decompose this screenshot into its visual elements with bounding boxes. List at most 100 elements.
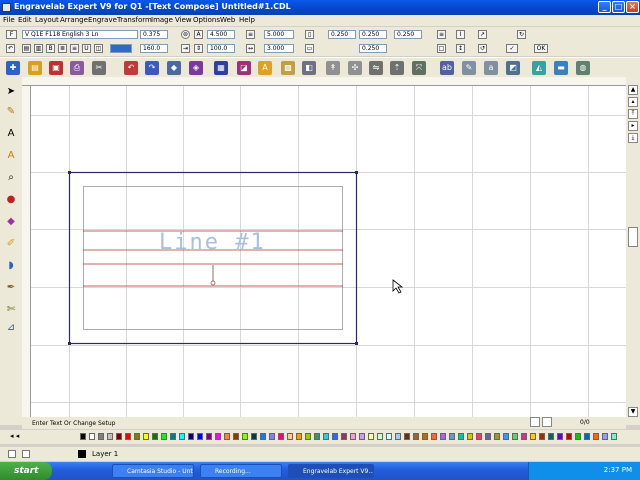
right-icon[interactable]: ≡ xyxy=(70,44,79,53)
circle-text-icon[interactable]: ⊚ xyxy=(181,30,190,39)
align-icon[interactable]: ▤ xyxy=(22,44,31,53)
tool-a-icon[interactable]: ◆ xyxy=(167,61,181,75)
tool-c-icon[interactable]: ▦ xyxy=(214,61,228,75)
color-swatch[interactable] xyxy=(494,433,500,440)
color-swatch[interactable] xyxy=(179,433,185,440)
cut-icon[interactable]: ✂ xyxy=(92,61,106,75)
rotate-icon[interactable]: ↺ xyxy=(478,44,487,53)
color-swatch[interactable] xyxy=(287,433,293,440)
menu-edit[interactable]: Edit xyxy=(18,16,32,24)
page-up-icon[interactable]: ▴ xyxy=(628,97,638,107)
engrave-icon[interactable]: ✒ xyxy=(4,281,18,295)
color-swatch[interactable] xyxy=(575,433,581,440)
measure-icon[interactable]: ⊿ xyxy=(4,321,18,335)
maximize-button[interactable]: □ xyxy=(612,1,625,13)
tool-p-icon[interactable]: ◍ xyxy=(576,61,590,75)
nav-down-icon[interactable]: ⤓ xyxy=(628,133,638,143)
color-swatch[interactable] xyxy=(260,433,266,440)
redo-icon[interactable]: ↷ xyxy=(145,61,159,75)
color-swatch[interactable] xyxy=(161,433,167,440)
nav-up-icon[interactable]: ⤒ xyxy=(628,109,638,119)
abc-icon[interactable]: ab xyxy=(440,61,454,75)
menu-options[interactable]: Options xyxy=(193,16,220,24)
color-swatch[interactable] xyxy=(242,433,248,440)
color-swatch[interactable] xyxy=(413,433,419,440)
ok-button[interactable]: OK xyxy=(534,44,548,53)
tool-i-icon[interactable]: ⇡ xyxy=(390,61,404,75)
save-icon[interactable]: ▣ xyxy=(49,61,63,75)
fill-icon[interactable]: ◆ xyxy=(4,215,18,229)
palette-nav-left-icon[interactable]: ◂ ◂ xyxy=(10,432,19,440)
color-swatch[interactable] xyxy=(206,433,212,440)
tool-e-icon[interactable]: ◧ xyxy=(302,61,316,75)
color-swatch[interactable] xyxy=(485,433,491,440)
color-swatch[interactable] xyxy=(332,433,338,440)
color-swatch[interactable] xyxy=(449,433,455,440)
color-swatch[interactable] xyxy=(188,433,194,440)
task-camtasia[interactable]: Camtasia Studio - Unt... xyxy=(112,464,194,478)
margin-top-input[interactable]: 0.250 xyxy=(359,30,387,39)
font-name-select[interactable]: V Q1E F118 English 3 Ln xyxy=(22,30,138,39)
kern-icon[interactable]: ↔ xyxy=(246,44,255,53)
undo-icon[interactable]: ↶ xyxy=(124,61,138,75)
menu-engrave[interactable]: Engrave xyxy=(88,16,117,24)
close-button[interactable]: × xyxy=(626,1,639,13)
menu-help[interactable]: Help xyxy=(239,16,255,24)
color-swatch[interactable] xyxy=(233,433,239,440)
color-swatch[interactable] xyxy=(269,433,275,440)
color-swatch[interactable] xyxy=(323,433,329,440)
color-swatch[interactable] xyxy=(107,433,113,440)
layer-nav-icon[interactable] xyxy=(8,450,16,458)
brush-icon[interactable]: ✐ xyxy=(4,237,18,251)
align-left-icon[interactable]: ≡ xyxy=(437,30,446,39)
char-spacing-input[interactable]: 4.500 xyxy=(207,30,235,39)
pen-icon[interactable]: ✎ xyxy=(4,105,18,119)
image-icon[interactable]: ▩ xyxy=(281,61,295,75)
tool-d-icon[interactable]: ◪ xyxy=(237,61,251,75)
color-swatch[interactable] xyxy=(350,433,356,440)
color-swatch[interactable] xyxy=(152,433,158,440)
start-button[interactable]: start xyxy=(0,462,52,480)
margin-left-input[interactable]: 0.250 xyxy=(328,30,356,39)
knife-icon[interactable]: ✄ xyxy=(4,303,18,317)
text-a-colored-icon[interactable]: A xyxy=(4,149,18,163)
apply-icon[interactable]: ✓ xyxy=(506,44,518,53)
menu-file[interactable]: File xyxy=(3,16,15,24)
scroll-up-icon[interactable]: ▲ xyxy=(628,85,638,95)
tab-icon[interactable]: ⇥ xyxy=(181,44,190,53)
center-icon[interactable]: ≣ xyxy=(58,44,67,53)
layer-name[interactable]: Layer 1 xyxy=(92,450,118,458)
line-spacing-toggle-icon[interactable]: ⇕ xyxy=(194,44,203,53)
color-swatch[interactable] xyxy=(215,433,221,440)
line-spacing-input[interactable]: 100.0 xyxy=(207,44,235,53)
color-swatch[interactable] xyxy=(566,433,572,440)
color-swatch[interactable] xyxy=(530,433,536,440)
menu-view[interactable]: View xyxy=(175,16,192,24)
color-swatch[interactable] xyxy=(224,433,230,440)
color-swatch[interactable] xyxy=(305,433,311,440)
arrow-icon[interactable]: ↗ xyxy=(478,30,487,39)
color-swatch[interactable] xyxy=(476,433,482,440)
color-swatch[interactable] xyxy=(404,433,410,440)
color-swatch[interactable] xyxy=(125,433,131,440)
tool-l-icon[interactable]: a xyxy=(484,61,498,75)
text-height-input[interactable]: 0.375 xyxy=(140,30,168,39)
tool-n-icon[interactable]: ◭ xyxy=(532,61,546,75)
tool-o-icon[interactable]: ▬ xyxy=(554,61,568,75)
margin-bottom-input[interactable]: 0.250 xyxy=(359,44,387,53)
vertical-scrollbar-thumb[interactable] xyxy=(628,227,638,247)
color-swatch[interactable] xyxy=(251,433,257,440)
eraser-icon[interactable]: ◗ xyxy=(4,259,18,273)
color-swatch[interactable] xyxy=(368,433,374,440)
color-swatch[interactable] xyxy=(458,433,464,440)
color-swatch[interactable] xyxy=(359,433,365,440)
pointer-icon[interactable]: ➤ xyxy=(4,85,18,99)
value-b-input[interactable]: 3.000 xyxy=(264,44,294,53)
box-icon[interactable]: □ xyxy=(437,44,446,53)
color-swatch[interactable] xyxy=(440,433,446,440)
margin-icon[interactable]: ▯ xyxy=(305,30,314,39)
text-width-input[interactable]: 160.0 xyxy=(140,44,168,53)
scroll-down-icon[interactable]: ▼ xyxy=(628,407,638,417)
value-a-input[interactable]: 5.000 xyxy=(264,30,294,39)
color-swatch[interactable] xyxy=(341,433,347,440)
